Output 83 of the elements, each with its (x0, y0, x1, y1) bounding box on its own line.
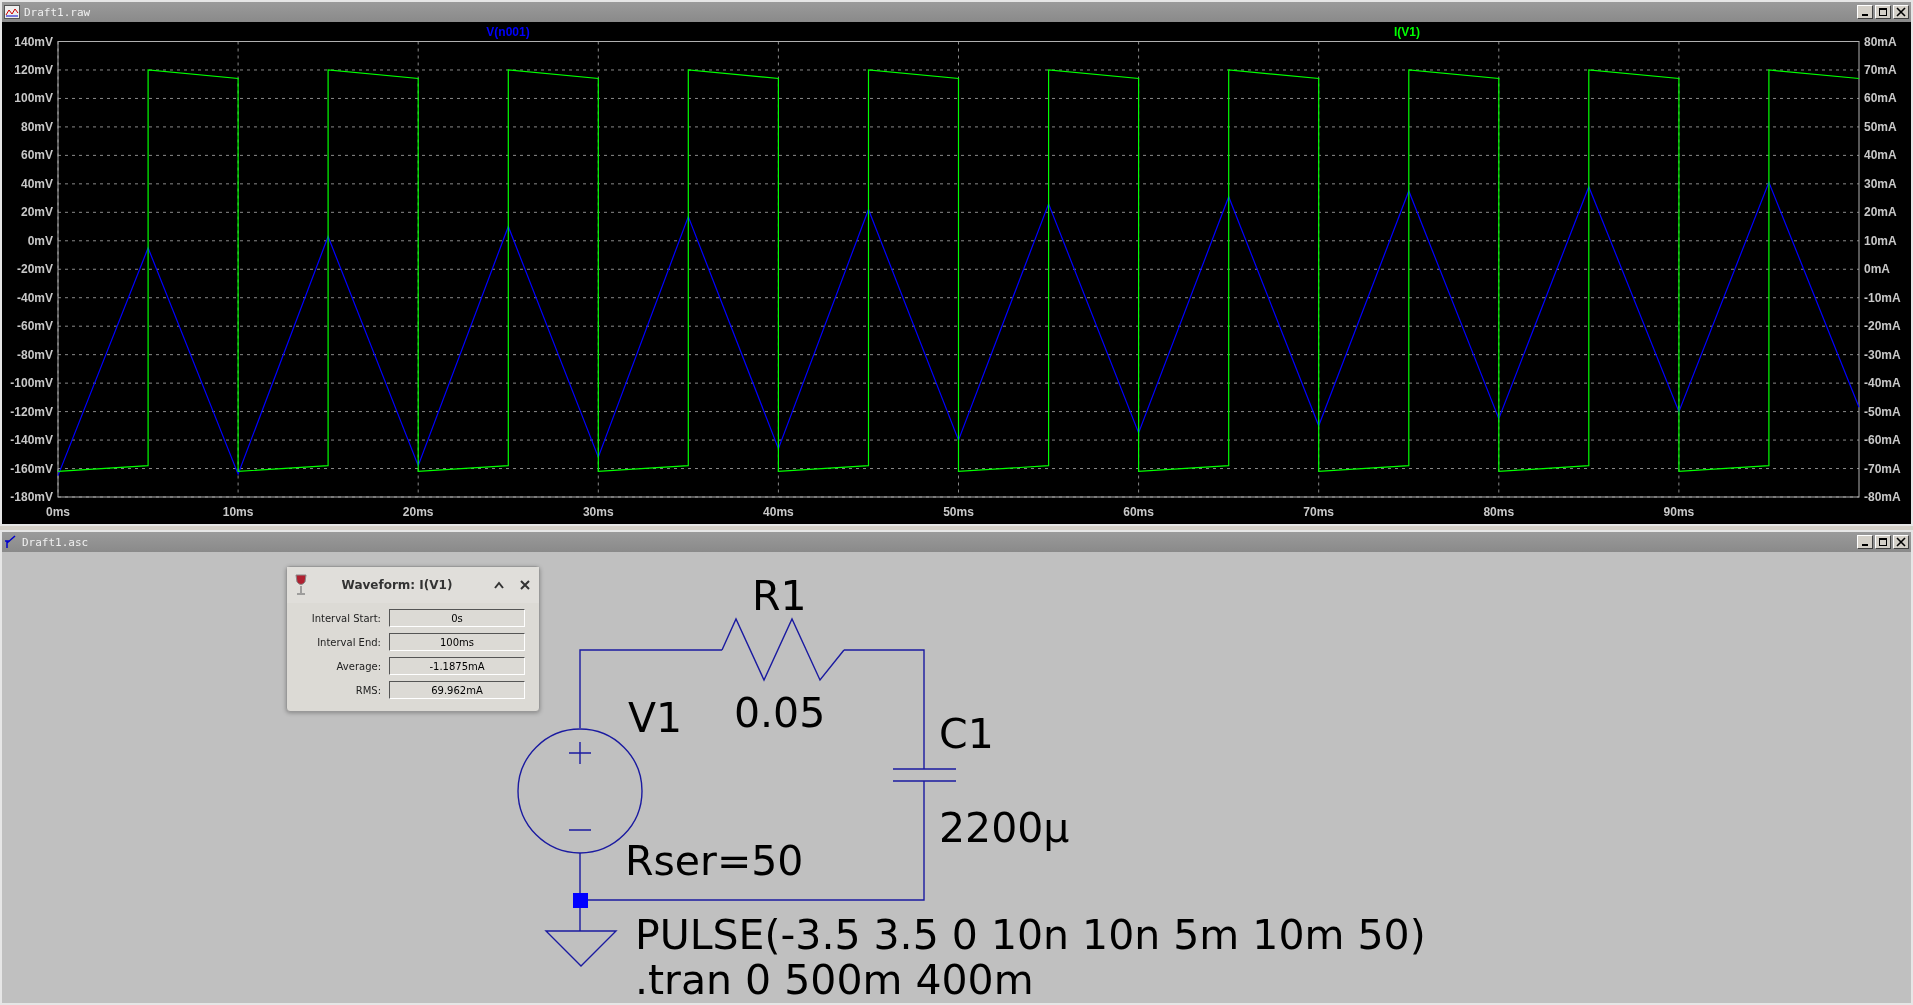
y-axis-label: 80mV (20, 119, 53, 134)
waveform-icon (4, 5, 20, 19)
component-value[interactable]: Rser=50 (625, 837, 804, 885)
y-axis-label: 20mA (1864, 205, 1897, 220)
maximize-button[interactable] (1875, 5, 1891, 19)
minimize-button[interactable] (1857, 535, 1873, 549)
y-axis-label: -80mV (16, 347, 53, 362)
y-axis-label: -100mV (10, 376, 53, 391)
y-axis-label: 0mA (1864, 262, 1890, 277)
x-axis-label: 30ms (582, 505, 614, 519)
y-axis-label: -20mV (16, 262, 53, 277)
y-axis-label: -40mA (1864, 376, 1901, 391)
y-axis-label: 20mV (20, 205, 53, 220)
y-axis-label: -140mV (10, 433, 53, 448)
y-axis-label: 10mA (1864, 233, 1897, 248)
y-axis-label: -80mA (1864, 490, 1901, 504)
x-axis-label: 10ms (222, 505, 254, 519)
component-value[interactable]: 2200µ (939, 804, 1070, 852)
y-axis-label: 30mA (1864, 176, 1897, 191)
x-axis-label: 80ms (1483, 505, 1515, 519)
x-axis-label: 40ms (763, 505, 794, 519)
spice-directive[interactable]: .tran 0 500m 400m (635, 956, 1034, 1003)
window-title: Draft1.raw (24, 5, 91, 19)
y-axis-label: -180mV (10, 490, 53, 504)
capacitor-symbol (892, 768, 957, 782)
y-axis-label: -120mV (10, 404, 53, 419)
y-axis-label: -20mA (1864, 319, 1901, 334)
y-axis-label: -60mV (16, 319, 53, 334)
field-label: Interval End: (316, 636, 381, 648)
field-label: Average: (335, 660, 381, 672)
minimize-icon (1862, 544, 1868, 546)
close-icon[interactable] (519, 579, 531, 591)
component-value[interactable]: 0.05 (734, 689, 826, 737)
y-axis-label: 60mA (1864, 91, 1897, 106)
window-title: Draft1.asc (22, 535, 89, 549)
y-axis-label: -30mA (1864, 347, 1901, 362)
component-name[interactable]: V1 (628, 694, 683, 742)
close-icon (1896, 537, 1906, 547)
y-axis-label: -160mV (10, 461, 53, 476)
y-axis-label: 70mA (1864, 62, 1897, 77)
wine-glass-icon (295, 574, 307, 596)
y-axis-label: 0mV (27, 233, 53, 248)
schematic-icon (4, 535, 18, 549)
x-axis-label: 90ms (1663, 505, 1695, 519)
maximize-icon (1878, 7, 1888, 17)
trace-legend[interactable]: I(V1) (1394, 25, 1420, 39)
value-field[interactable]: 100ms (389, 633, 525, 651)
collapse-icon[interactable] (493, 580, 505, 590)
close-button[interactable] (1893, 5, 1909, 19)
y-axis-label: 100mV (14, 91, 53, 106)
x-axis-label: 60ms (1123, 505, 1154, 519)
x-axis-label: 70ms (1303, 505, 1335, 519)
maximize-icon (1878, 537, 1888, 547)
node-marker (573, 893, 588, 908)
y-axis-label: -10mA (1864, 290, 1901, 305)
dialog-title: Waveform: I(V1) (340, 578, 454, 592)
y-axis-label: 120mV (14, 62, 53, 77)
spice-directive[interactable]: PULSE(-3.5 3.5 0 10n 10n 5m 10m 50) (635, 911, 1426, 959)
y-axis-label: 40mA (1864, 148, 1897, 163)
x-axis-label: 0ms (46, 505, 70, 519)
value-field[interactable]: 69.962mA (389, 681, 525, 699)
value-field[interactable]: 0s (389, 609, 525, 627)
field-label: Interval Start: (310, 612, 381, 624)
y-axis-label: 80mA (1864, 34, 1897, 49)
y-axis-label: 60mV (20, 148, 53, 163)
component-name[interactable]: C1 (939, 710, 994, 758)
close-button[interactable] (1893, 535, 1909, 549)
y-axis-label: 50mA (1864, 119, 1897, 134)
x-axis-label: 50ms (943, 505, 974, 519)
y-axis-label: 40mV (20, 176, 53, 191)
y-axis-label: -60mA (1864, 433, 1901, 448)
maximize-button[interactable] (1875, 535, 1891, 549)
x-axis-label: 20ms (402, 505, 434, 519)
component-name[interactable]: R1 (752, 572, 807, 620)
close-icon (1896, 7, 1906, 17)
minimize-button[interactable] (1857, 5, 1873, 19)
field-label: RMS: (354, 684, 381, 696)
value-field[interactable]: -1.1875mA (389, 657, 525, 675)
minimize-icon (1862, 14, 1868, 16)
y-axis-label: -70mA (1864, 461, 1901, 476)
y-axis-label: 140mV (14, 34, 53, 49)
y-axis-label: -40mV (16, 290, 53, 305)
y-axis-label: -50mA (1864, 404, 1901, 419)
